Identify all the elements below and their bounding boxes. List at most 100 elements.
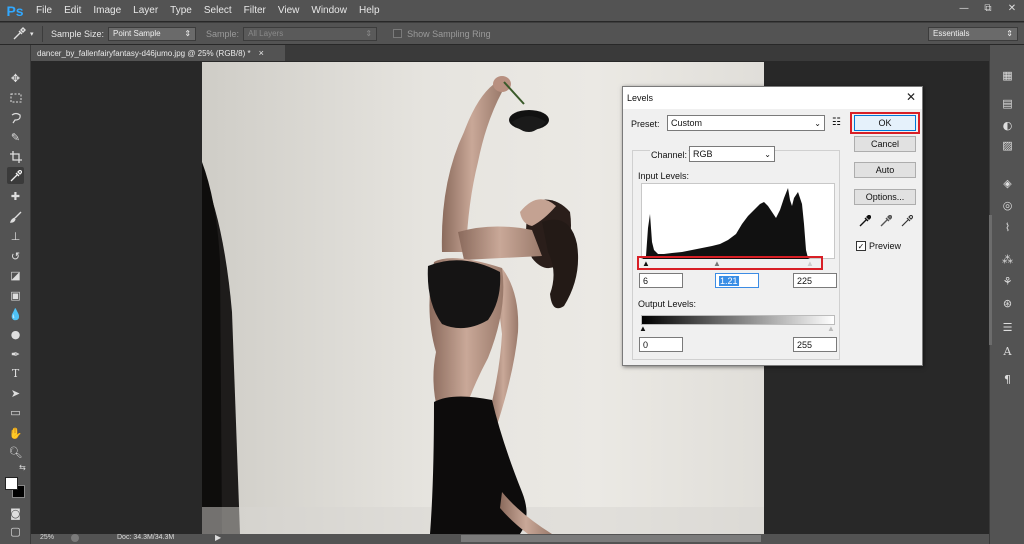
quick-selection-tool-icon[interactable]: ✎	[7, 129, 24, 146]
dodge-tool-icon[interactable]: ●	[7, 326, 24, 343]
status-bar: 25% Doc: 34.3M/34.3M ▶	[31, 533, 989, 544]
status-menu-arrow[interactable]: ▶	[215, 533, 221, 542]
close-tab-icon[interactable]: ×	[259, 48, 264, 58]
styles-panel-icon[interactable]: ▨	[999, 137, 1016, 153]
output-black-field[interactable]: 0	[639, 337, 683, 352]
pen-tool-icon[interactable]: ✒	[7, 346, 24, 363]
output-white-slider[interactable]: ▲	[827, 324, 835, 333]
levels-titlebar[interactable]: Levels ✕	[623, 87, 922, 109]
type-tool-icon[interactable]: T	[7, 365, 24, 382]
channel-label: Channel:	[650, 150, 689, 160]
close-window-button[interactable]: ✕	[1000, 0, 1024, 16]
lasso-tool-icon[interactable]	[7, 109, 24, 126]
path-selection-tool-icon[interactable]: ➤	[7, 385, 24, 402]
zoom-level[interactable]: 25%	[40, 534, 54, 541]
clone-stamp-tool-icon[interactable]: ⊥	[7, 228, 24, 245]
healing-brush-tool-icon[interactable]: ✚	[7, 188, 24, 205]
brush-presets-panel-icon[interactable]: ⁂	[999, 251, 1016, 267]
rectangle-tool-icon[interactable]: ▭	[7, 404, 24, 421]
properties-panel-icon[interactable]: ▤	[999, 95, 1016, 111]
auto-label: Auto	[875, 165, 895, 175]
menu-help[interactable]: Help	[353, 5, 386, 16]
cancel-button[interactable]: Cancel	[854, 136, 916, 152]
menu-layer[interactable]: Layer	[127, 5, 164, 16]
horizontal-scrollbar[interactable]	[461, 535, 761, 542]
input-gamma-field[interactable]: 1.21	[715, 273, 759, 288]
close-icon[interactable]: ✕	[906, 90, 916, 104]
cancel-label: Cancel	[870, 139, 899, 149]
foreground-color-swatch[interactable]	[5, 477, 18, 490]
chevron-down-icon: ⌄	[764, 149, 771, 159]
sample-value: All Layers	[248, 29, 284, 38]
preview-label: Preview	[869, 241, 902, 251]
input-levels-label: Input Levels:	[638, 171, 690, 181]
restore-button[interactable]: ⧉	[976, 0, 1000, 16]
ok-button[interactable]: OK	[854, 115, 916, 131]
output-white-field[interactable]: 255	[793, 337, 837, 352]
screen-mode-icon[interactable]: ▢	[7, 523, 24, 540]
hand-tool-icon[interactable]: ✋	[7, 425, 24, 442]
workspace-select[interactable]: Essentials ⇕	[928, 26, 1018, 41]
layers-panel-icon[interactable]: ◈	[999, 175, 1016, 191]
eyedropper-preset-icon[interactable]	[12, 26, 30, 41]
menu-select[interactable]: Select	[198, 5, 238, 16]
output-black-slider[interactable]: ▲	[639, 324, 647, 333]
sample-size-value: Point Sample	[113, 29, 161, 38]
move-tool-icon[interactable]: ✥	[7, 70, 24, 87]
quick-mask-icon[interactable]: ◙	[7, 505, 24, 522]
brush-tool-icon[interactable]	[7, 208, 24, 225]
output-black-value: 0	[643, 339, 649, 350]
clone-source-panel-icon[interactable]: ⊛	[999, 295, 1016, 311]
menu-edit[interactable]: Edit	[58, 5, 87, 16]
marquee-tool-icon[interactable]	[7, 89, 24, 106]
document-tab-bar: dancer_by_fallenfairyfantasy-d46jumo.jpg…	[31, 45, 989, 61]
preset-options-icon[interactable]: ☷	[832, 117, 841, 128]
channel-select[interactable]: RGB ⌄	[689, 146, 775, 162]
minimize-button[interactable]: —	[952, 0, 976, 16]
swap-colors-icon[interactable]: ⇆	[19, 463, 26, 472]
show-sampling-ring-checkbox[interactable]	[393, 29, 403, 38]
channels-panel-icon[interactable]: ◎	[999, 197, 1016, 213]
black-eyedropper-icon[interactable]	[859, 214, 872, 229]
zoom-tool-icon[interactable]: 🔍︎	[7, 444, 24, 461]
auto-button[interactable]: Auto	[854, 162, 916, 178]
document-tab[interactable]: dancer_by_fallenfairyfantasy-d46jumo.jpg…	[31, 45, 285, 61]
menu-bar: Ps File Edit Image Layer Type Select Fil…	[0, 0, 1024, 21]
menu-window[interactable]: Window	[305, 5, 353, 16]
tool-presets-panel-icon[interactable]: ☰	[999, 319, 1016, 335]
eyedropper-tool-icon[interactable]	[7, 167, 24, 184]
white-eyedropper-icon[interactable]	[901, 214, 914, 229]
preset-value: Custom	[671, 118, 703, 128]
input-black-field[interactable]: 6	[639, 273, 683, 288]
paragraph-panel-icon[interactable]: ¶	[999, 371, 1016, 387]
history-brush-tool-icon[interactable]: ↺	[7, 248, 24, 265]
sample-size-select[interactable]: Point Sample ⇕	[108, 26, 197, 41]
preset-dropdown-arrow[interactable]: ▾	[30, 30, 38, 38]
menu-file[interactable]: File	[30, 5, 58, 16]
brush-panel-icon[interactable]: ⚘	[999, 273, 1016, 289]
eraser-tool-icon[interactable]: ◪	[7, 267, 24, 284]
status-icon[interactable]	[71, 534, 79, 542]
menu-image[interactable]: Image	[87, 5, 127, 16]
sample-select[interactable]: All Layers ⇕	[243, 26, 378, 41]
blur-tool-icon[interactable]: 💧	[7, 306, 24, 323]
adjustments-panel-icon[interactable]: ◐	[999, 117, 1016, 133]
menu-type[interactable]: Type	[164, 5, 198, 16]
photoshop-window: Ps File Edit Image Layer Type Select Fil…	[0, 0, 1024, 544]
levels-dialog: Levels ✕ Preset: Custom ⌄ ☷ Channel: RGB…	[622, 86, 923, 366]
character-panel-icon[interactable]: A	[999, 343, 1016, 359]
photoshop-logo: Ps	[6, 2, 24, 19]
preset-select[interactable]: Custom ⌄	[667, 115, 825, 131]
menu-view[interactable]: View	[272, 5, 306, 16]
crop-tool-icon[interactable]	[7, 148, 24, 165]
options-button[interactable]: Options...	[854, 189, 916, 205]
history-panel-icon[interactable]: ▦	[999, 67, 1016, 83]
histogram	[641, 183, 835, 259]
input-white-field[interactable]: 225	[793, 273, 837, 288]
gray-eyedropper-icon[interactable]	[880, 214, 893, 229]
preview-checkbox[interactable]: ✓	[856, 241, 866, 251]
menu-filter[interactable]: Filter	[238, 5, 272, 16]
gradient-tool-icon[interactable]: ▣	[7, 287, 24, 304]
output-slider-track[interactable]: ▲ ▲	[639, 324, 835, 333]
paths-panel-icon[interactable]: ⌇	[999, 219, 1016, 235]
